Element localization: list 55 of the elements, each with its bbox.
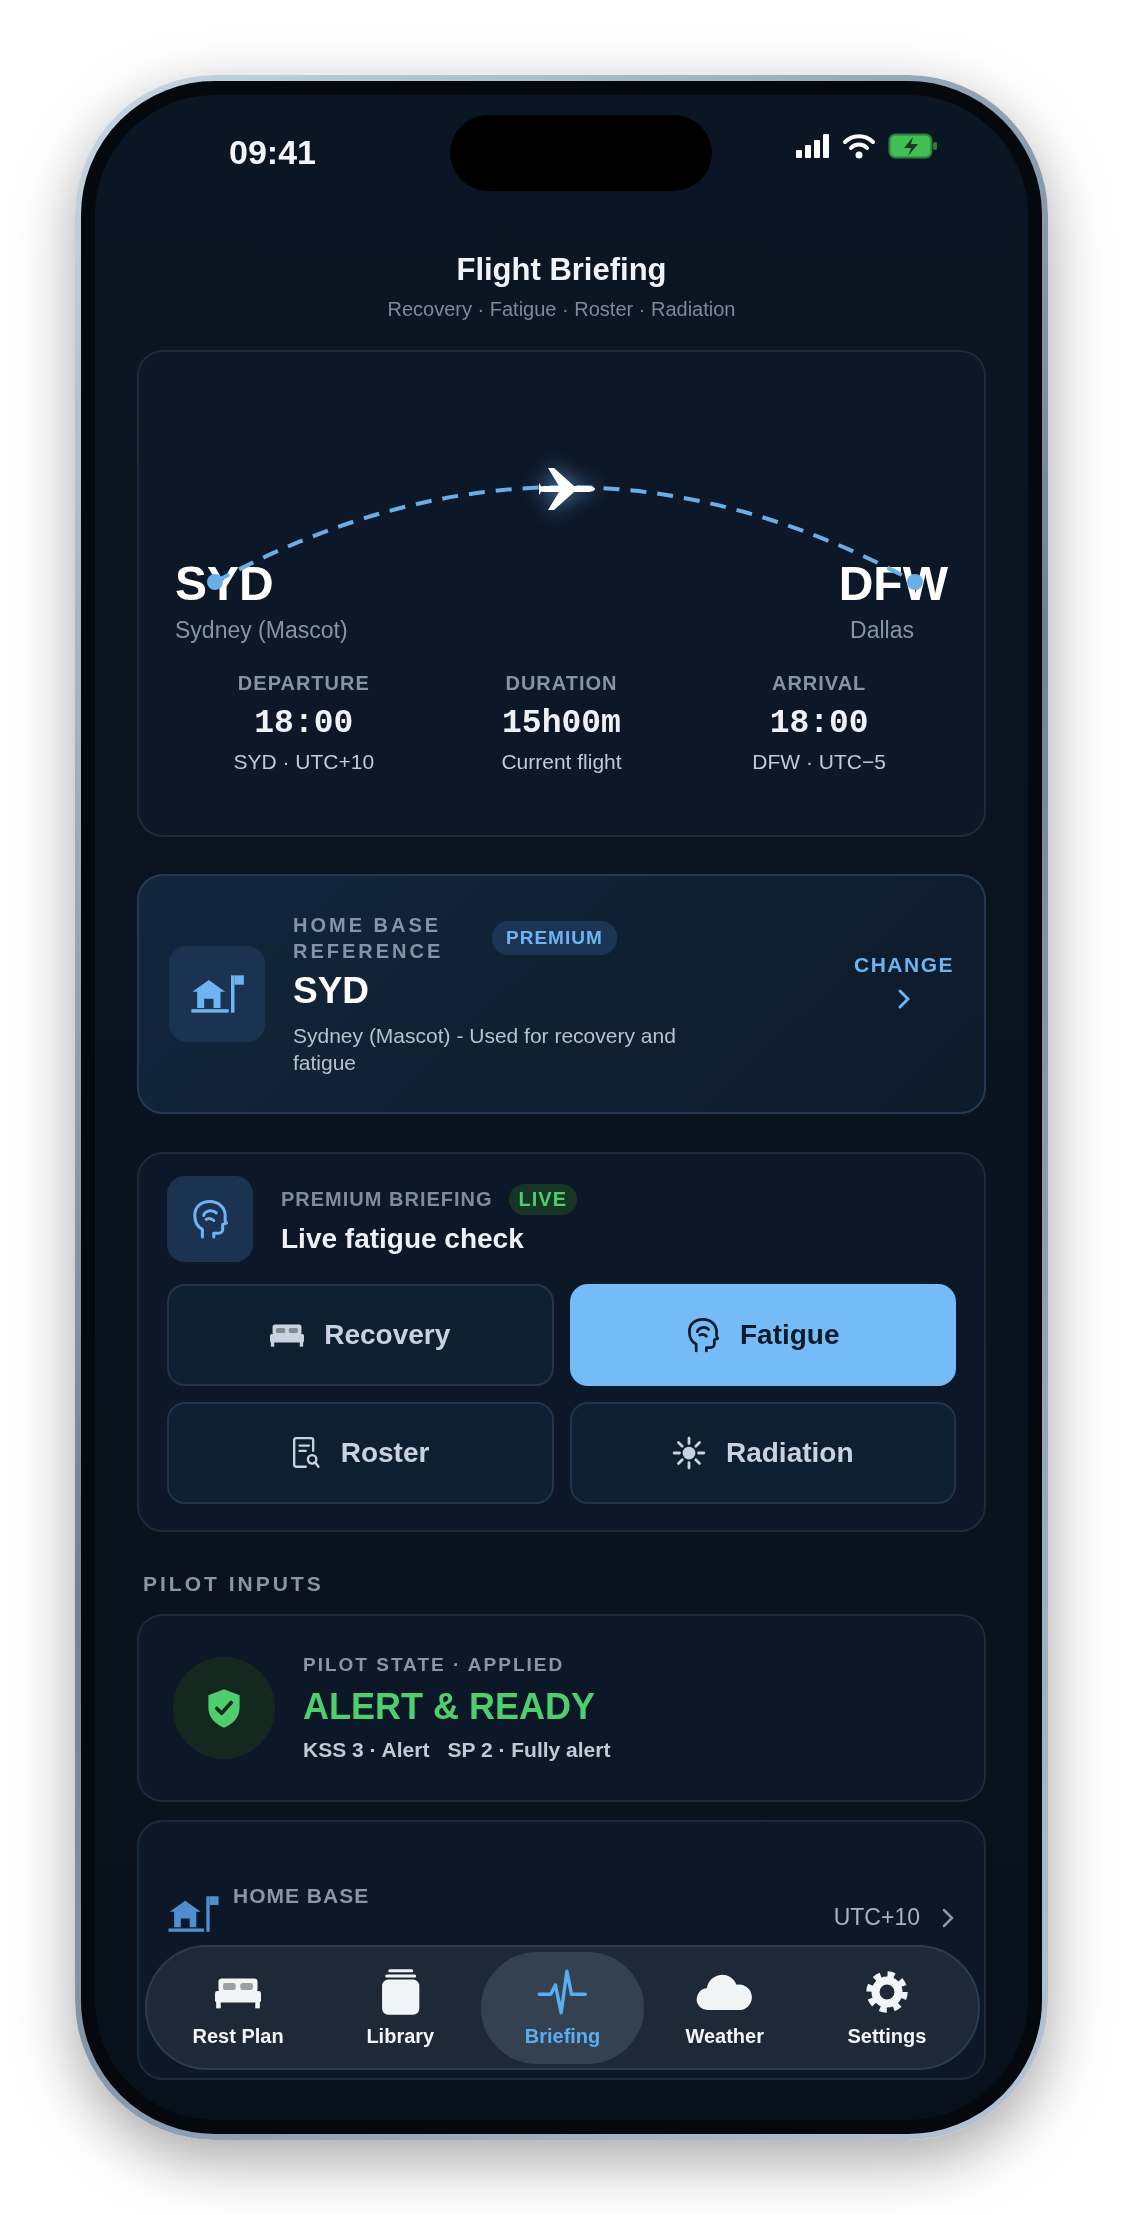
stack-icon: [379, 1969, 421, 2015]
wifi-icon: [842, 133, 876, 159]
stat-value: 18:00: [768, 705, 870, 742]
stat-detail: Current flight: [500, 750, 623, 774]
mode-button[interactable]: Radiation: [569, 1402, 956, 1504]
stat-detail: DFW · UTC−5: [751, 750, 887, 774]
head-icon: [191, 1198, 229, 1240]
screen-subtitle: Recovery · Fatigue · Roster · Radiation: [386, 298, 737, 321]
pilot-state-value: ALERT & READY: [303, 1686, 596, 1728]
timezone-text: UTC+10: [833, 1904, 920, 1931]
home-base-code: SYD: [293, 969, 371, 1012]
premium-badge: PREMIUM: [492, 920, 617, 955]
tab-item[interactable]: Weather: [643, 1951, 806, 2064]
mode-button[interactable]: Fatigue: [569, 1284, 956, 1386]
home-base-description: Sydney (Mascot) - Used for recovery and fatigue: [293, 1022, 677, 1076]
sun-icon: [671, 1436, 706, 1470]
stat-label: ARRIVAL: [770, 672, 868, 695]
stat-detail: SYD · UTC+10: [232, 750, 376, 774]
section-heading: PILOT INPUTS: [143, 1572, 325, 1596]
house-flag-icon: [190, 973, 244, 1015]
section-label: HOME BASE REFERENCE: [293, 912, 445, 964]
head-icon: [685, 1316, 720, 1354]
tab-item[interactable]: Briefing: [481, 1951, 644, 2064]
mode-button[interactable]: Recovery: [167, 1284, 554, 1386]
cloud-icon: [695, 1974, 754, 2010]
settings-icon: [863, 1969, 910, 2015]
pilot-state-detail: SP 2 · Fully alert: [447, 1738, 611, 1762]
stat-value: 15h00m: [501, 705, 622, 742]
tab-item[interactable]: Settings: [805, 1951, 968, 2064]
chevron-right-icon: [898, 989, 910, 1009]
document-search-icon: [291, 1436, 321, 1470]
shield-check-icon: [206, 1687, 242, 1729]
pulse-icon: [537, 1969, 588, 2015]
signal-icon: [796, 134, 830, 158]
screen-title: Flight Briefing: [455, 252, 668, 288]
stat-label: DEPARTURE: [236, 672, 371, 695]
bed-icon: [270, 1322, 305, 1348]
section-label: PREMIUM BRIEFING: [281, 1187, 493, 1211]
briefing-title: Live fatigue check: [281, 1222, 525, 1255]
stat-value: 18:00: [253, 705, 355, 742]
tab-item[interactable]: Rest Plan: [157, 1951, 320, 2064]
house-flag-icon: [167, 1894, 219, 1934]
airport-city: Dallas: [849, 617, 914, 644]
airport-city: Sydney (Mascot): [175, 617, 348, 644]
live-badge: LIVE: [508, 1183, 577, 1215]
section-label: PILOT STATE · APPLIED: [303, 1654, 566, 1676]
change-button[interactable]: CHANGE: [854, 953, 954, 1009]
status-time: 09:41: [229, 133, 316, 172]
pilot-state-detail: KSS 3 · Alert: [303, 1738, 430, 1762]
battery-charging-icon: [888, 133, 938, 159]
stat-label: DURATION: [504, 672, 619, 695]
section-label: HOME BASE: [233, 1884, 371, 1908]
tab-item[interactable]: Library: [319, 1951, 482, 2064]
chevron-right-icon: [942, 1908, 954, 1928]
mode-button[interactable]: Roster: [167, 1402, 554, 1504]
